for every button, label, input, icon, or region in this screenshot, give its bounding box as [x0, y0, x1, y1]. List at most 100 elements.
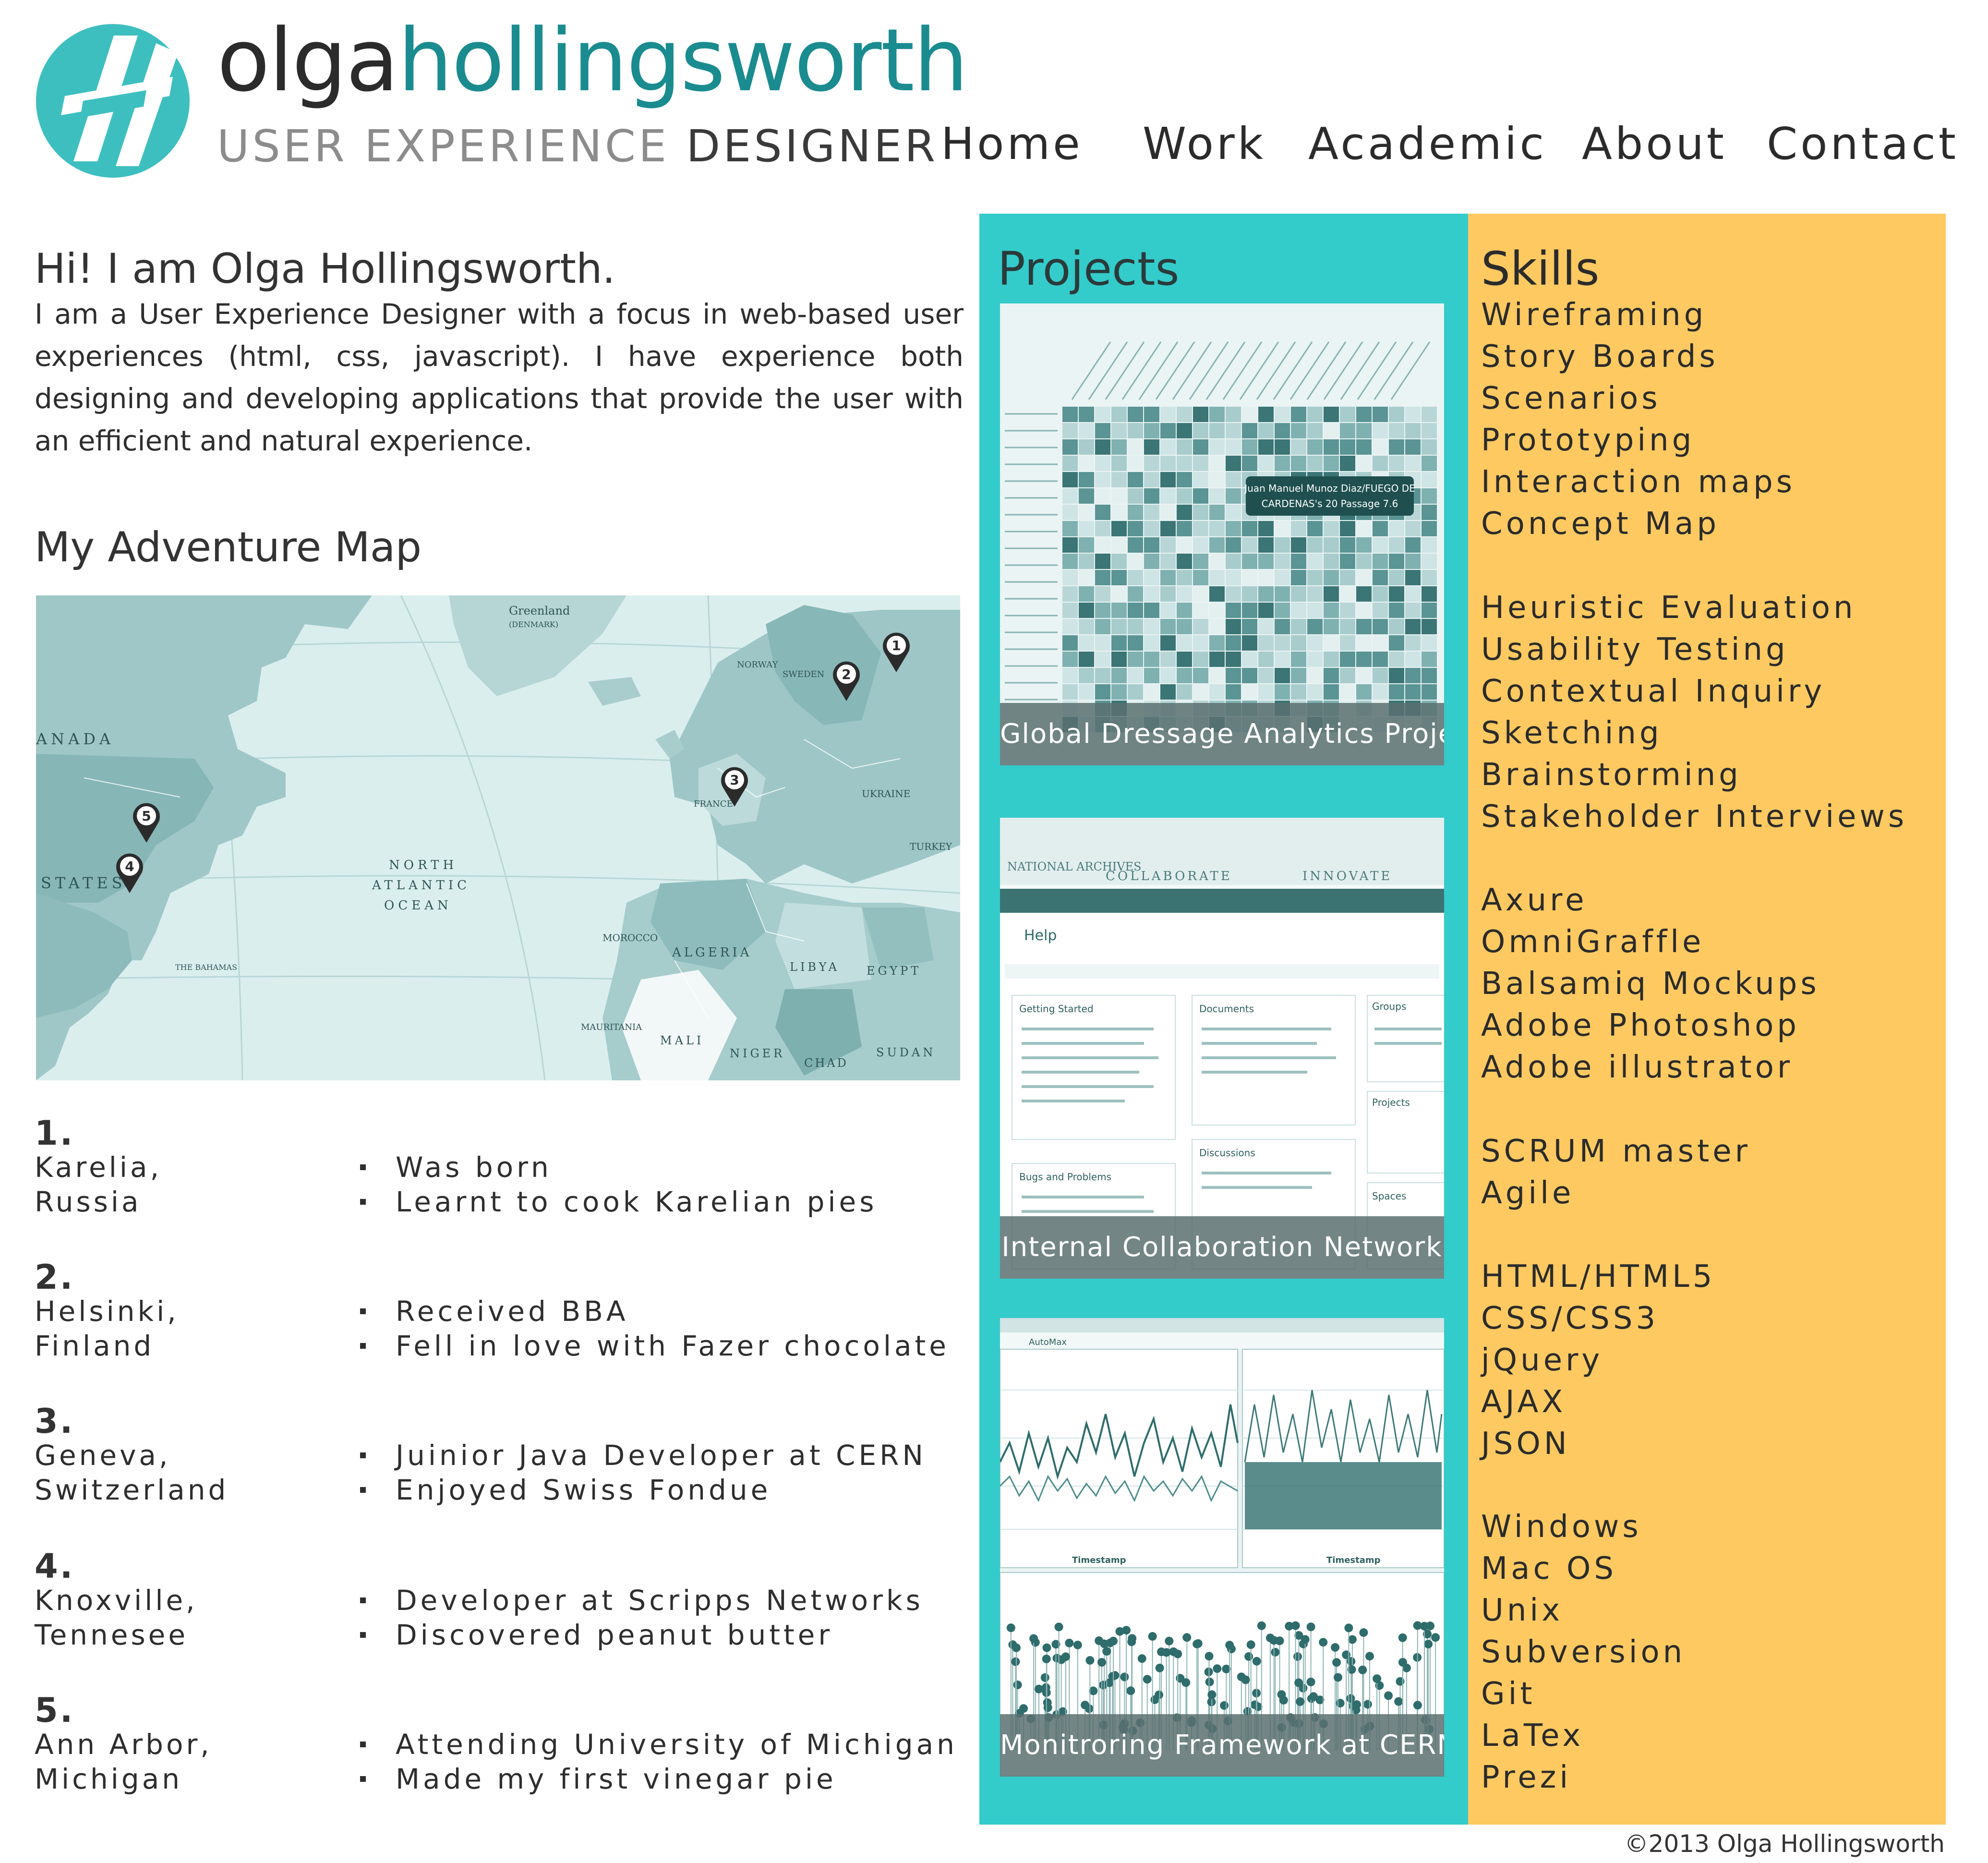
project-caption: Monitroring Framework at CERN [1000, 1714, 1444, 1777]
heatmap-cell [1307, 456, 1323, 471]
adventure-5: 5. Ann Arbor, Michigan Attending Univers… [35, 1694, 971, 1795]
scatter-dot [1193, 1639, 1202, 1648]
svg-text:3: 3 [730, 772, 739, 788]
heatmap-cell [1062, 635, 1078, 651]
heatmap-cell [1356, 652, 1372, 667]
heatmap-cell [1193, 652, 1208, 667]
heatmap-cell [1193, 423, 1208, 438]
heatmap-cell [1079, 407, 1094, 422]
heatmap-cell [1193, 619, 1208, 634]
heatmap-cell [1389, 619, 1404, 634]
scatter-dot [1182, 1633, 1192, 1642]
scatter-dot [1127, 1637, 1136, 1646]
scatter-dot [1306, 1677, 1315, 1686]
heatmap-cell [1389, 570, 1404, 585]
adventure-map[interactable]: Greenland (DENMARK) ANADA STATES NORTH A… [36, 595, 960, 1080]
nav-contact[interactable]: Contact [1767, 115, 1959, 173]
adventure-facts: Attending University of Michigan Made my… [351, 1727, 958, 1796]
skill-item: Subversion [1481, 1634, 1686, 1670]
heatmap-cell [1258, 537, 1274, 553]
project-card-dressage[interactable]: Juan Manuel Munoz Diaz/FUEGO DE CARDENAS… [1000, 303, 1444, 765]
heatmap-cell [1079, 668, 1094, 683]
heatmap-cell [1356, 603, 1372, 618]
scatter-dot [1095, 1636, 1104, 1645]
heatmap-cell [1258, 407, 1274, 422]
scatter-dot [1332, 1658, 1341, 1667]
adventure-place-line2: Finland [35, 1330, 155, 1362]
monitor-axis-label-2: Timestamp [1326, 1555, 1381, 1565]
heatmap-cell [1193, 456, 1208, 471]
heatmap-cell [1144, 505, 1159, 520]
heatmap-cell [1128, 505, 1143, 520]
heatmap-cell [1226, 684, 1241, 700]
heatmap-cell [1307, 652, 1323, 667]
scatter-dot [1301, 1635, 1310, 1644]
logo-icon[interactable] [36, 24, 190, 178]
heatmap-cell [1389, 554, 1404, 569]
heatmap-cell [1389, 456, 1404, 471]
collab-section-bugs: Bugs and Problems [1019, 1171, 1111, 1183]
heatmap-cell [1340, 407, 1355, 422]
heatmap-cell [1307, 554, 1323, 569]
project-card-collaboration[interactable]: NATIONAL ARCHIVES COLLABORATE INNOVATE H… [1000, 818, 1444, 1279]
scatter-dot [1205, 1652, 1214, 1661]
scatter-dot [1358, 1665, 1367, 1674]
map-label-algeria: ALGERIA [672, 945, 752, 960]
heatmap-cell [1422, 668, 1437, 683]
scatter-dot [1029, 1634, 1038, 1643]
heatmap-cell [1291, 439, 1306, 455]
heatmap-cell [1079, 472, 1094, 487]
scatter-dot [1246, 1640, 1255, 1649]
scatter-dot [1331, 1643, 1340, 1652]
project-card-monitoring[interactable]: AutoMax Timestamp Timestamp Monitroring … [1000, 1318, 1444, 1777]
collab-help-title: Help [1024, 927, 1057, 944]
skill-item: Story Boards [1481, 339, 1719, 375]
scatter-dot [1042, 1643, 1051, 1652]
heatmap-cell [1177, 570, 1192, 585]
heatmap-cell [1258, 668, 1274, 683]
tagline-light: USER EXPERIENCE [217, 121, 670, 172]
heatmap-cell [1144, 439, 1159, 455]
heatmap-cell [1177, 407, 1192, 422]
heatmap-cell [1307, 619, 1323, 634]
heatmap-cell [1128, 684, 1143, 700]
adventure-place-line1: Karelia, [35, 1151, 162, 1184]
heatmap-cell [1324, 570, 1339, 585]
heatmap-cell [1226, 603, 1241, 618]
skill-group-tools: Axure OmniGraffle Balsamiq Mockups Adobe… [1481, 880, 1820, 1089]
scatter-dot [1102, 1647, 1111, 1656]
heatmap-cell [1373, 456, 1388, 471]
heatmap-cell [1324, 684, 1339, 700]
heatmap-cell [1356, 521, 1372, 536]
heatmap-cell [1356, 684, 1372, 700]
nav-work[interactable]: Work [1143, 115, 1266, 173]
heatmap-cell [1193, 668, 1208, 683]
heatmap-cell [1177, 456, 1192, 471]
adventure-number: 4. [35, 1547, 75, 1586]
heatmap-cell [1144, 684, 1159, 700]
scatter-dot [1220, 1701, 1229, 1710]
heatmap-cell [1144, 603, 1159, 618]
adventure-fact: Received BBA [351, 1294, 950, 1329]
scatter-dot [1155, 1663, 1164, 1672]
scatter-dot [1173, 1649, 1182, 1658]
scatter-dot [1225, 1641, 1234, 1650]
heatmap-cell [1291, 619, 1306, 634]
collab-section-discussions: Discussions [1199, 1147, 1255, 1159]
heatmap-cell [1422, 505, 1437, 520]
heatmap-cell [1209, 439, 1225, 455]
heatmap-cell [1389, 407, 1404, 422]
nav-home[interactable]: Home [941, 115, 1083, 173]
heatmap-cell [1422, 488, 1437, 504]
heatmap-cell [1095, 570, 1110, 585]
nav-about[interactable]: About [1582, 115, 1727, 173]
heatmap-cell [1177, 603, 1192, 618]
nav-academic[interactable]: Academic [1308, 115, 1547, 173]
heatmap-cell [1111, 684, 1127, 700]
skill-item: HTML/HTML5 [1481, 1259, 1716, 1294]
scatter-dot [1013, 1681, 1022, 1690]
map-label-ocean-1: NORTH [389, 858, 458, 872]
skill-item: LaTex [1481, 1718, 1584, 1754]
map-label-france: FRANCE [694, 799, 733, 809]
heatmap-cell [1160, 570, 1176, 585]
